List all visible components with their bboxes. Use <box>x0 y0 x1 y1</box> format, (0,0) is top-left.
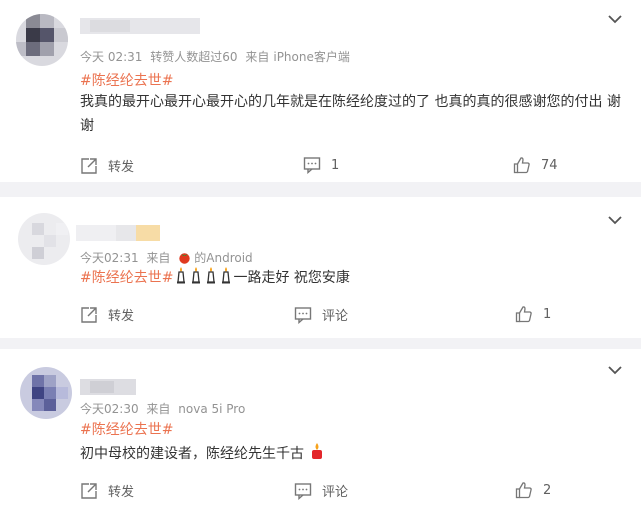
repost-button[interactable]: 转发 <box>80 481 134 500</box>
comment-time: 今天02:31 <box>80 251 139 265</box>
comment-text: 一路走好 祝您安康 <box>233 270 350 286</box>
avatar[interactable] <box>20 367 72 419</box>
repost-label: 转发 <box>108 485 135 500</box>
candle-icon <box>222 267 231 284</box>
comment-label: 评论 <box>322 309 349 324</box>
candle-icon <box>192 267 201 284</box>
comment-button[interactable]: 评论 <box>294 481 348 500</box>
chevron-down-icon[interactable] <box>607 215 623 225</box>
avatar[interactable] <box>16 14 68 66</box>
comment-card: 今天 02:31 转赞人数超过60 来自 iPhone客户端 #陈经纶去世# 我真… <box>0 0 641 182</box>
comment-card: 今天02:31 来自 的Android #陈经纶去世# 一路走好 祝您安康 转发 … <box>0 197 641 338</box>
repost-icon <box>81 157 97 174</box>
source-prefix: 来自 <box>146 251 171 265</box>
username-blurred[interactable] <box>80 379 136 395</box>
like-count: 1 <box>543 306 552 322</box>
repost-label: 转发 <box>108 160 135 175</box>
source-name[interactable]: iPhone客户端 <box>273 50 350 64</box>
comment-meta: 今天02:31 来自 的Android <box>80 249 257 266</box>
hashtag-link[interactable]: #陈经纶去世# <box>80 270 173 286</box>
comment-icon <box>294 306 312 324</box>
comment-icon <box>294 482 312 500</box>
source-name[interactable]: 的Android <box>194 251 252 265</box>
avatar-mosaic <box>20 367 72 419</box>
chevron-down-icon[interactable] <box>607 365 623 375</box>
comment-text: 初中母校的建设者，陈经纶先生千古 <box>80 446 304 462</box>
comment-meta: 今天02:30 来自 nova 5i Pro <box>80 400 249 417</box>
repost-label: 转发 <box>108 309 135 324</box>
comment-icon <box>303 157 321 174</box>
repost-button[interactable]: 转发 <box>80 305 134 324</box>
comment-card: 今天02:30 来自 nova 5i Pro #陈经纶去世# 初中母校的建设者，… <box>0 349 641 507</box>
repost-icon <box>81 482 97 499</box>
comment-count: 1 <box>331 157 340 173</box>
source-prefix: 来自 <box>245 50 270 64</box>
like-button[interactable]: 74 <box>513 156 558 174</box>
hashtag-link[interactable]: #陈经纶去世# <box>80 419 173 439</box>
comment-text-line: 初中母校的建设者，陈经纶先生千古 <box>80 442 325 466</box>
comment-button[interactable]: 评论 <box>294 305 348 324</box>
like-button[interactable]: 1 <box>515 305 551 323</box>
source-name[interactable]: nova 5i Pro <box>178 402 245 416</box>
comment-meta: 今天 02:31 转赞人数超过60 来自 iPhone客户端 <box>80 48 354 65</box>
like-count: 74 <box>541 157 558 173</box>
repost-icon <box>81 306 97 323</box>
username-blurred[interactable] <box>76 225 160 241</box>
candle-emoji-group <box>173 267 233 286</box>
comment-button[interactable]: 1 <box>303 156 339 174</box>
avatar[interactable] <box>18 213 70 265</box>
comment-text: 我真的最开心最开心最开心的几年就是在陈经纶度过的了 也真的真的很感谢您的付出 谢… <box>80 94 621 134</box>
comment-label: 评论 <box>322 485 349 500</box>
username-blurred[interactable] <box>80 18 200 34</box>
thumbs-up-icon <box>515 306 532 323</box>
candle-icon <box>207 267 216 284</box>
thumbs-up-icon <box>513 157 530 174</box>
avatar-mosaic <box>16 14 68 66</box>
comment-text-line: #陈经纶去世# 一路走好 祝您安康 <box>80 266 350 290</box>
tomato-icon <box>179 253 190 264</box>
candle-icon <box>312 443 323 459</box>
source-prefix: 来自 <box>146 402 171 416</box>
repost-count-note: 转赞人数超过60 <box>150 50 238 64</box>
comment-time: 今天 02:31 <box>80 50 143 64</box>
thumbs-up-icon <box>515 482 532 499</box>
avatar-mosaic <box>18 213 70 265</box>
hashtag-link[interactable]: #陈经纶去世# <box>80 70 173 90</box>
repost-button[interactable]: 转发 <box>80 156 134 175</box>
comment-time: 今天02:30 <box>80 402 139 416</box>
chevron-down-icon[interactable] <box>607 14 623 24</box>
like-button[interactable]: 2 <box>515 481 551 499</box>
candle-icon <box>177 267 186 284</box>
like-count: 2 <box>543 482 552 498</box>
